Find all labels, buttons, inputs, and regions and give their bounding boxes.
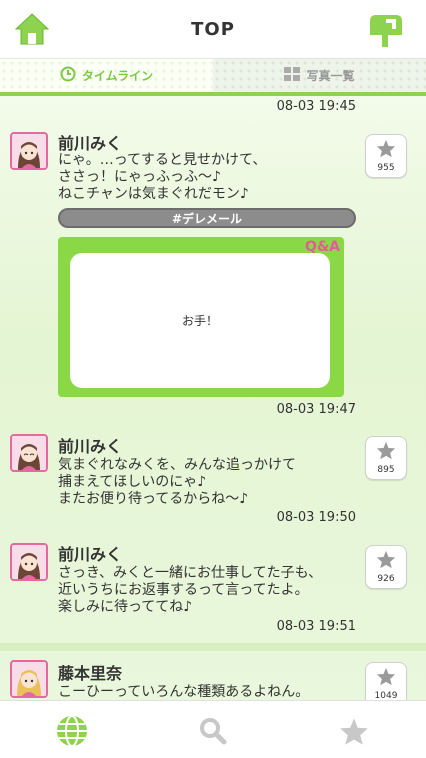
star-count: 1049 xyxy=(374,691,398,700)
page-title: TOP xyxy=(191,18,235,40)
star-count: 895 xyxy=(377,465,395,475)
timestamp: 08-03 19:47 xyxy=(276,402,356,417)
qa-answer: お手！ xyxy=(70,253,330,388)
favorite-button[interactable]: 926 xyxy=(365,545,407,589)
star-icon[interactable] xyxy=(336,713,372,749)
avatar[interactable] xyxy=(10,660,48,698)
clock-icon xyxy=(60,66,76,85)
post-message: 気まぐれなみくを、みんな追っかけて 捕まえてほしいのにゃ♪ またお便り待ってるか… xyxy=(58,457,296,507)
avatar[interactable] xyxy=(10,132,48,170)
star-icon xyxy=(376,667,396,690)
timestamp: 08-03 19:51 xyxy=(276,619,356,634)
star-icon xyxy=(376,139,396,162)
top-header: TOP xyxy=(0,0,426,58)
tab-bar: タイムライン 写真一覧 xyxy=(0,58,426,96)
mailbox-icon[interactable] xyxy=(366,11,404,49)
avatar[interactable] xyxy=(10,543,48,581)
globe-icon[interactable] xyxy=(54,713,90,749)
author-name: 前川みく xyxy=(58,437,123,456)
post-message: こーひーっていろんな種類あるよねん。 xyxy=(58,684,310,700)
favorite-button[interactable]: 955 xyxy=(365,134,407,178)
post-message: さっき、みくと一緒にお仕事してた子も、 近いうちにお返事するって言ってたよ。 楽… xyxy=(58,565,323,615)
favorite-button[interactable]: 895 xyxy=(365,436,407,480)
bottom-nav xyxy=(0,700,426,758)
post-message: にゃ。…ってすると見せかけて、 ささっ！にゃっふっふ〜♪ ねこチャンは気まぐれだ… xyxy=(58,152,267,202)
timestamp: 08-03 19:50 xyxy=(276,510,356,525)
qa-card[interactable]: Q&A お手！ xyxy=(58,237,344,397)
author-name: 前川みく xyxy=(58,134,123,153)
tab-photos-label: 写真一覧 xyxy=(306,69,355,83)
star-count: 955 xyxy=(377,163,395,173)
star-count: 926 xyxy=(377,574,395,584)
timestamp: 08-03 19:45 xyxy=(276,99,356,114)
tab-timeline-label: タイムライン xyxy=(81,69,154,83)
divider xyxy=(0,643,426,651)
hashtag-bar[interactable]: #デレメール xyxy=(58,208,356,228)
favorite-button[interactable]: 1049 xyxy=(365,662,407,700)
tab-photos[interactable]: 写真一覧 xyxy=(213,59,426,96)
grid-icon xyxy=(284,67,301,84)
search-icon[interactable] xyxy=(195,713,231,749)
home-icon[interactable] xyxy=(14,11,50,47)
tab-timeline[interactable]: タイムライン xyxy=(0,59,213,96)
timeline-feed[interactable]: 08-03 19:45 前川みく にゃ。…ってすると見せかけて、 ささっ！にゃっ… xyxy=(0,96,426,700)
author-name: 藤本里奈 xyxy=(58,664,123,683)
avatar[interactable] xyxy=(10,434,48,472)
star-icon xyxy=(376,441,396,464)
author-name: 前川みく xyxy=(58,545,123,564)
star-icon xyxy=(376,550,396,573)
